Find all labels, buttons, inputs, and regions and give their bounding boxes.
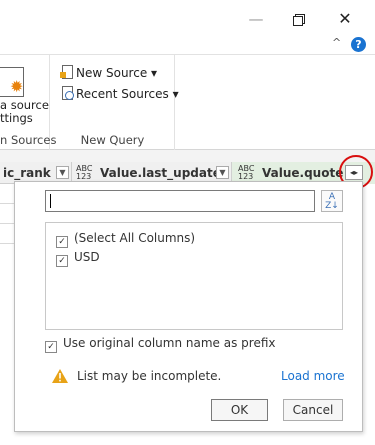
table-row [0, 224, 14, 244]
list-item-label: USD [74, 250, 100, 264]
text-cursor [50, 194, 51, 208]
type-any-icon: ABC 123 [76, 164, 93, 181]
sort-az-icon: A Z↓ [325, 192, 339, 211]
new-query-group: New Source ▾ Recent Sources ▾ New Query [50, 55, 179, 151]
recent-sources-button[interactable]: Recent Sources ▾ [60, 85, 179, 103]
collapse-ribbon-icon[interactable]: ^ [332, 36, 341, 49]
ok-button[interactable]: OK [211, 399, 268, 421]
new-source-icon [60, 64, 74, 80]
table-row [0, 204, 14, 224]
help-row: ^ ? [0, 36, 375, 54]
column-filter-dropdown[interactable]: ▼ [216, 166, 229, 179]
title-bar: — ✕ [0, 0, 375, 36]
new-source-button[interactable]: New Source ▾ [60, 64, 157, 82]
minimize-button[interactable]: — [244, 8, 268, 30]
maximize-button[interactable] [286, 8, 310, 30]
checkbox-checked-icon[interactable]: ✓ [56, 236, 68, 248]
data-sources-group: ✹ a source ttings n Sources [0, 55, 56, 151]
expand-dropdown-panel: A Z↓ ✓ (Select All Columns) ✓ USD ✓ Use orig… [14, 181, 363, 432]
list-item-select-all[interactable]: ✓ (Select All Columns) [56, 230, 196, 248]
warning-text: List may be incomplete. [77, 369, 222, 383]
type-any-icon: ABC 123 [238, 164, 255, 181]
minimize-icon: — [248, 10, 264, 28]
sort-az-button[interactable]: A Z↓ [321, 190, 343, 212]
column-list: ✓ (Select All Columns) ✓ USD [45, 222, 343, 330]
restore-icon [292, 14, 305, 26]
close-button[interactable]: ✕ [333, 8, 357, 30]
prefix-checkbox-row[interactable]: ✓ Use original column name as prefix [45, 335, 276, 353]
search-input[interactable] [45, 190, 315, 212]
list-item-usd[interactable]: ✓ USD [56, 249, 100, 267]
gear-icon: ✹ [10, 77, 24, 96]
checkbox-checked-icon[interactable]: ✓ [56, 255, 68, 267]
warning-icon [51, 368, 69, 384]
table-row [0, 184, 14, 204]
help-icon[interactable]: ? [351, 37, 366, 52]
column-filter-dropdown[interactable]: ▼ [56, 166, 69, 179]
list-item-label: (Select All Columns) [74, 231, 196, 245]
new-query-group-label: New Query [80, 133, 145, 147]
data-source-settings-label: a source ttings [0, 98, 49, 125]
ribbon: ✹ a source ttings n Sources New Source ▾… [0, 54, 375, 151]
recent-sources-icon [60, 85, 74, 101]
prefix-label: Use original column name as prefix [63, 336, 276, 350]
close-icon: ✕ [338, 9, 352, 28]
recent-sources-label: Recent Sources ▾ [76, 87, 179, 101]
load-more-link[interactable]: Load more [281, 368, 345, 384]
separator [0, 150, 375, 162]
new-source-label: New Source ▾ [76, 66, 158, 80]
data-sources-group-label: n Sources [0, 133, 57, 147]
cancel-button[interactable]: Cancel [283, 399, 343, 421]
checkbox-checked-icon[interactable]: ✓ [45, 341, 57, 353]
